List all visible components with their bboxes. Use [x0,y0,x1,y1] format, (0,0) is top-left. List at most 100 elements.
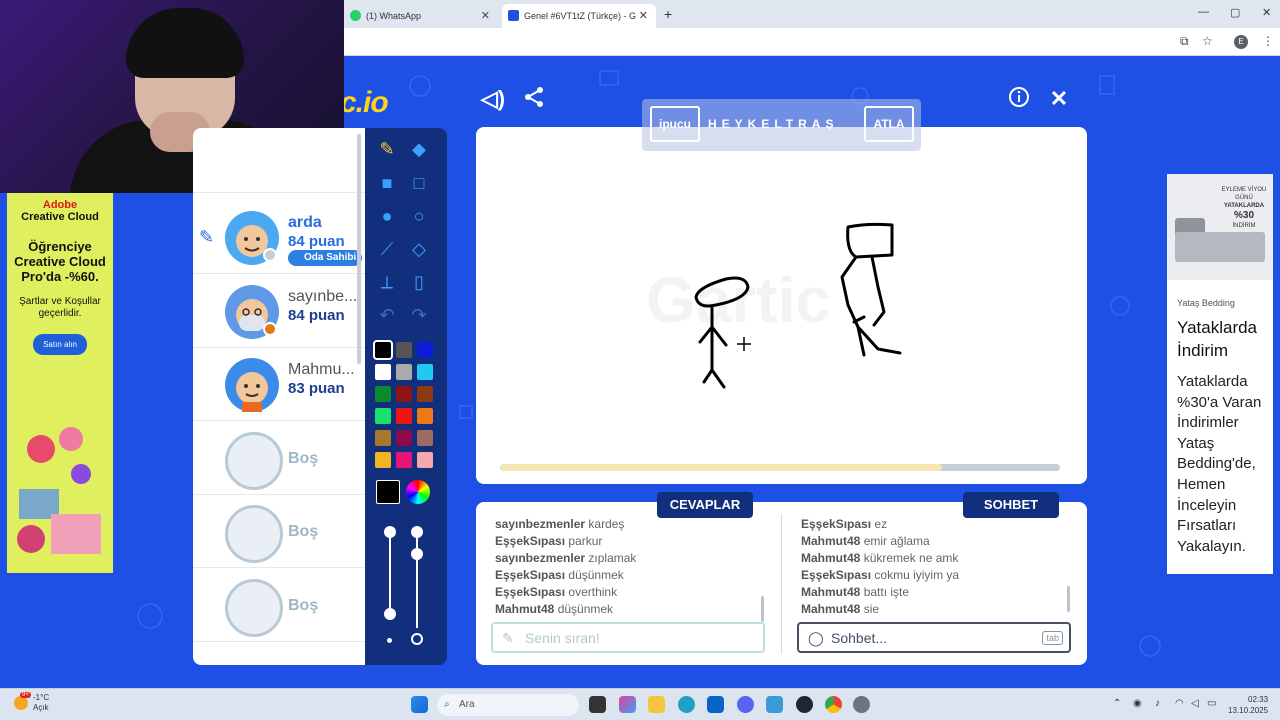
current-color-swatch[interactable] [376,480,400,504]
color-swatch[interactable] [396,408,412,424]
taskbar-search[interactable]: ⌕ Ara [437,694,579,716]
color-swatch[interactable] [417,342,433,358]
color-swatch[interactable] [375,430,391,446]
copilot-icon[interactable] [619,696,636,713]
redo-icon[interactable]: ↷ [406,302,432,328]
ad-left[interactable]: Adobe Creative Cloud Öğrenciye Creative … [7,193,113,573]
close-game-icon[interactable]: ✕ [1046,86,1072,112]
file-explorer-icon[interactable] [648,696,665,713]
weather-icon[interactable] [14,696,28,710]
message: Mahmut48 kükremek ne amk [801,550,1066,567]
undo-icon[interactable]: ↶ [374,302,400,328]
color-swatch[interactable] [396,342,412,358]
outlook-icon[interactable] [707,696,724,713]
color-swatch[interactable] [417,364,433,380]
color-swatch[interactable] [375,452,391,468]
ad-buy-button[interactable]: Satın alın [33,334,87,355]
tray-app-icon[interactable]: ◉ [1133,698,1142,709]
guess-input[interactable]: ✎ Senin sıran! [491,622,765,653]
close-window-icon[interactable]: ✕ [1262,6,1271,19]
search-placeholder: Ara [459,699,475,710]
chat-input[interactable]: ◯ Sohbet... tab [797,622,1071,653]
battery-icon[interactable]: ▭ [1207,698,1216,709]
discord-icon[interactable] [737,696,754,713]
minimize-icon[interactable]: — [1198,6,1209,18]
player-row[interactable]: sayınbe... 84 puan [193,275,365,348]
pencil-tool-icon[interactable]: ✎ [374,136,400,162]
color-swatch[interactable] [417,386,433,402]
player-list-scrollbar[interactable] [357,134,361,364]
answers-tab[interactable]: CEVAPLAR [657,492,753,518]
player-row-partial [193,128,365,193]
fill-bucket-icon[interactable]: ◆ [406,136,432,162]
color-swatch[interactable] [396,430,412,446]
eyedropper-icon[interactable]: ⟂ [374,269,400,295]
sound-icon[interactable]: ◁) [480,86,506,112]
bookmark-star-icon[interactable]: ☆ [1202,34,1213,48]
settings-gear-icon[interactable] [853,696,870,713]
menu-dots-icon[interactable]: ⋮ [1262,34,1274,48]
profile-avatar[interactable]: E [1234,35,1248,49]
chat-tab[interactable]: SOHBET [963,492,1059,518]
color-swatch[interactable] [375,408,391,424]
line-tool-icon[interactable]: ⟋ [374,236,400,262]
close-tab-icon[interactable]: ✕ [639,9,648,22]
message-user: Mahmut48 [801,602,861,616]
color-swatch[interactable] [417,452,433,468]
close-tab-icon[interactable]: ✕ [481,9,490,22]
chat-scrollbar[interactable] [1067,586,1070,612]
tab-whatsapp[interactable]: (1) WhatsApp ✕ [344,4,498,28]
circle-outline-icon[interactable]: ○ [406,203,432,229]
message: Mahmut48 düşünmek [495,601,760,618]
brush-size-knob[interactable] [384,526,396,538]
drawing-canvas[interactable]: Gartic [476,127,1087,484]
tab-label: (1) WhatsApp [366,11,422,21]
color-swatch[interactable] [373,340,393,360]
color-swatch[interactable] [375,364,391,380]
ad-right[interactable]: EYLEME VİYOU GÜNÜ YATAKLARDA %30 İNDİRİM… [1167,174,1273,574]
answers-scrollbar[interactable] [761,596,764,622]
color-swatch[interactable] [396,386,412,402]
player-row[interactable]: Mahmu... 83 puan [193,348,365,421]
player-row[interactable]: ✎ arda 84 puan Oda Sahibi [193,201,365,274]
filled-rect-icon[interactable]: ■ [374,170,400,196]
volume-icon[interactable]: ◁ [1191,698,1199,709]
microphone-icon[interactable]: ♪ [1155,698,1160,709]
color-swatch[interactable] [375,386,391,402]
filled-circle-icon[interactable]: ● [374,203,400,229]
new-tab-button[interactable]: + [664,6,672,22]
windows-start-icon[interactable] [411,696,428,713]
app-icon[interactable] [766,696,783,713]
rect-outline-icon[interactable]: □ [406,170,432,196]
gartic-icon [508,10,519,21]
install-app-icon[interactable]: ⧉ [1180,34,1189,49]
color-swatch[interactable] [417,430,433,446]
system-clock[interactable]: 02:33 13.10.2025 [1228,694,1268,716]
chrome-icon[interactable] [825,696,842,713]
weather-widget[interactable]: -1°C Açık [33,693,49,713]
edge-icon[interactable] [678,696,695,713]
color-swatch[interactable] [417,408,433,424]
info-icon[interactable] [1006,86,1032,112]
brush-size-knob-low[interactable] [384,608,396,620]
opacity-knob-mid[interactable] [411,548,423,560]
share-icon[interactable] [521,86,547,112]
tray-chevron-icon[interactable]: ⌃ [1113,698,1121,709]
tab-gartic[interactable]: Genel #6VT1tZ (Türkçe) - Gartic ✕ [502,4,656,28]
color-swatch[interactable] [396,452,412,468]
maximize-icon[interactable]: ▢ [1230,6,1240,19]
empty-avatar-icon [225,505,283,563]
color-swatch[interactable] [396,364,412,380]
gartic-logo[interactable]: c.io [340,86,389,120]
task-view-icon[interactable] [589,696,606,713]
wifi-icon[interactable]: ◠ [1175,698,1184,709]
empty-avatar-icon [225,432,283,490]
color-wheel-icon[interactable] [406,480,430,504]
eraser-icon[interactable]: ◇ [406,236,432,262]
hint-button[interactable]: ipucu [650,106,700,142]
opacity-knob[interactable] [411,526,423,538]
skip-button[interactable]: ATLA [864,106,914,142]
new-page-icon[interactable]: ▯ [406,269,432,295]
steam-icon[interactable] [796,696,813,713]
ad-body: Yataklarda %30'a Varan İndirimler Yataş … [1177,373,1262,555]
